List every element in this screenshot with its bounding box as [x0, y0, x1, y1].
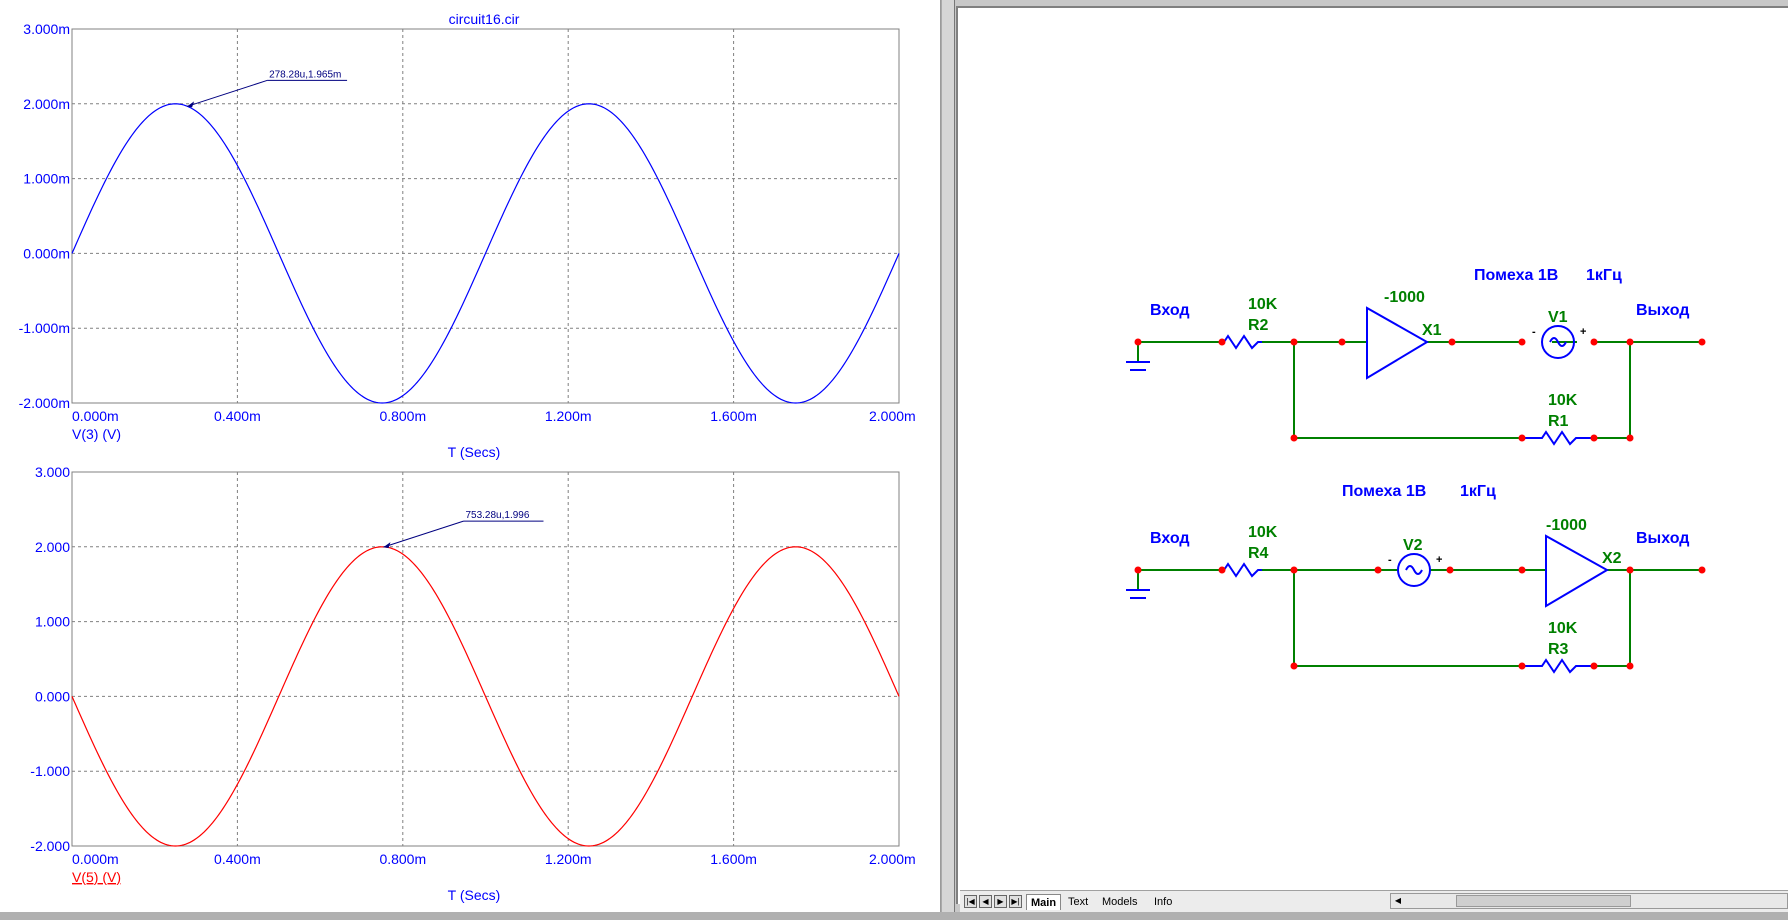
r2-value: 10K — [1248, 296, 1278, 313]
x-tick-label: 0.400m — [214, 408, 261, 424]
x-tick-label: 0.800m — [379, 408, 426, 424]
cursor-leader — [186, 79, 268, 107]
y-tick-label: -1.000m — [19, 320, 70, 336]
trace-label[interactable]: V(3) (V) — [72, 426, 121, 442]
y-tick-label: 0.000 — [35, 688, 70, 704]
c1-noise-label: Помеха 1В — [1474, 267, 1558, 284]
x-axis-label: T (Secs) — [448, 887, 501, 903]
schematic-pane[interactable]: - + Вход Выход 10K R2 -1000 X1 Помеха 1В… — [956, 6, 1788, 904]
y-tick-label: 2.000 — [35, 539, 70, 555]
plot-frame — [71, 28, 900, 404]
x-tick-label: 1.200m — [545, 408, 592, 424]
svg-text:+: + — [1436, 554, 1442, 566]
y-tick-label: -1.000 — [30, 763, 70, 779]
r3-name: R3 — [1548, 641, 1569, 658]
x-tick-label: 1.600m — [710, 408, 757, 424]
r2-name: R2 — [1248, 317, 1269, 334]
cursor-arrow-icon — [187, 101, 195, 108]
y-tick-label: 1.000m — [23, 171, 70, 187]
y-tick-label: -2.000 — [30, 838, 70, 854]
r1-name: R1 — [1548, 413, 1569, 430]
svg-text:-: - — [1388, 554, 1392, 566]
cursor-leader — [383, 520, 464, 548]
prev-icon[interactable]: ◀ — [979, 895, 992, 908]
x2-name: X2 — [1602, 550, 1622, 567]
v2-name: V2 — [1403, 537, 1423, 554]
status-strip — [0, 912, 1788, 920]
c2-output-label: Выход — [1636, 530, 1689, 547]
v1-name: V1 — [1548, 309, 1568, 326]
amplifier-x2-icon[interactable] — [1545, 534, 1610, 608]
x-tick-label: 2.000m — [869, 408, 916, 424]
y-tick-label: 3.000 — [35, 464, 70, 480]
resistor-r2-icon[interactable] — [1223, 334, 1262, 350]
ground-icon — [1126, 589, 1150, 599]
r4-name: R4 — [1248, 545, 1269, 562]
x2-gain: -1000 — [1546, 517, 1587, 534]
c2-input-label: Вход — [1150, 530, 1190, 547]
schematic-canvas[interactable]: - + Вход Выход 10K R2 -1000 X1 Помеха 1В… — [958, 8, 1788, 888]
x1-gain: -1000 — [1384, 289, 1425, 306]
scroll-left-icon[interactable]: ◀ — [1391, 894, 1405, 908]
circuit-1: - + Вход Выход 10K R2 -1000 X1 Помеха 1В… — [1126, 267, 1706, 446]
c1-output-label: Выход — [1636, 302, 1689, 319]
amplifier-x1-icon[interactable] — [1366, 306, 1429, 380]
nodes-c2 — [1134, 566, 1706, 670]
tab-models[interactable]: Models — [1098, 894, 1141, 910]
plot-pane[interactable]: circuit16.cir 3.000m 2.000m 1.000m 0.000m -1… — [0, 0, 941, 920]
tab-main[interactable]: Main — [1026, 894, 1062, 910]
x-axis-label: T (Secs) — [448, 444, 501, 460]
c2-freq-label: 1кГц — [1460, 483, 1496, 500]
cursor-label[interactable]: 278.28u,1.965m — [269, 69, 341, 80]
r3-value: 10K — [1548, 620, 1578, 637]
pane-splitter[interactable] — [941, 0, 955, 920]
resistor-r3-icon[interactable] — [1522, 658, 1594, 674]
svg-text:-: - — [1532, 326, 1536, 338]
r4-value: 10K — [1248, 524, 1278, 541]
circuit-2: - + Вход Выход 10K R4 Помеха 1В 1кГц V2 … — [1126, 483, 1706, 674]
x-tick-label: 0.800m — [379, 851, 426, 867]
last-icon[interactable]: ▶| — [1009, 895, 1022, 908]
ground-icon — [1126, 361, 1150, 371]
plot-frame — [71, 471, 900, 847]
plot-v3[interactable]: 3.000m2.000m1.000m0.000m-1.000m-2.000m0.… — [19, 21, 916, 460]
x-tick-label: 1.600m — [710, 851, 757, 867]
cursor-label[interactable]: 753.28u,1.996 — [465, 510, 529, 521]
tab-text[interactable]: Text — [1064, 894, 1092, 910]
resistor-r4-icon[interactable] — [1223, 562, 1262, 578]
resistor-r1-icon[interactable] — [1522, 430, 1594, 446]
plot-v5[interactable]: 3.000 2.000 1.000 0.000 -1.000 -2.0000.000m 0.… — [30, 464, 915, 903]
plot-title: circuit16.cir — [449, 11, 520, 27]
svg-text:+: + — [1580, 326, 1586, 338]
c2-noise-label: Помеха 1В — [1342, 483, 1426, 500]
y-tick-label: 0.000m — [23, 245, 70, 261]
y-tick-label: 3.000m — [23, 21, 70, 37]
scroll-thumb[interactable] — [1456, 895, 1631, 907]
trace-label[interactable]: V(5) (V) — [72, 869, 121, 885]
first-icon[interactable]: |◀ — [964, 895, 977, 908]
y-tick-label: -2.000m — [19, 395, 70, 411]
plot-canvas[interactable]: circuit16.cir 3.000m 2.000m 1.000m 0.000m -1… — [0, 0, 940, 912]
c1-input-label: Вход — [1150, 302, 1190, 319]
tab-info[interactable]: Info — [1150, 894, 1176, 910]
y-tick-label: 2.000m — [23, 96, 70, 112]
x1-name: X1 — [1422, 322, 1442, 339]
nodes-c1 — [1134, 338, 1706, 442]
x-tick-label: 2.000m — [869, 851, 916, 867]
r1-value: 10K — [1548, 392, 1578, 409]
horizontal-scrollbar[interactable]: ◀ — [1390, 893, 1788, 909]
next-icon[interactable]: ▶ — [994, 895, 1007, 908]
x-tick-label: 1.200m — [545, 851, 592, 867]
x-tick-label: 0.000m — [72, 408, 119, 424]
x-tick-label: 0.400m — [214, 851, 261, 867]
y-tick-label: 1.000 — [35, 614, 70, 630]
c1-freq-label: 1кГц — [1586, 267, 1622, 284]
x-tick-label: 0.000m — [72, 851, 119, 867]
